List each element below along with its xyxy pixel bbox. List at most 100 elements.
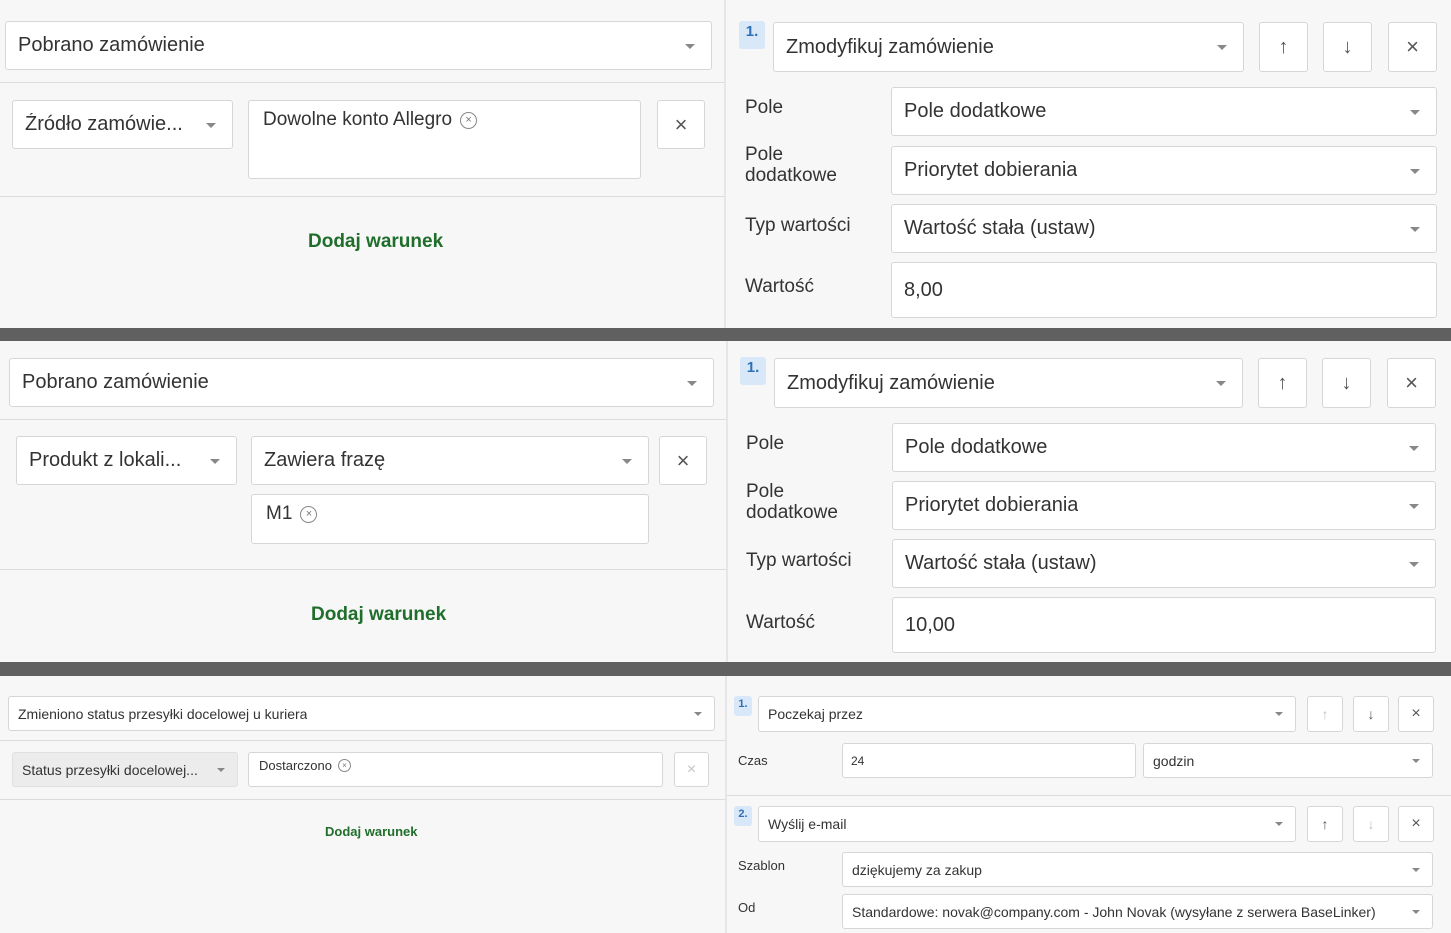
remove-action-button[interactable]: × bbox=[1387, 358, 1436, 408]
trigger-select[interactable]: Zmieniono status przesyłki docelowej u k… bbox=[8, 696, 715, 731]
condition-value-input[interactable]: Dostarczono × bbox=[248, 752, 663, 787]
chevron-down-icon bbox=[622, 458, 632, 464]
move-down-button[interactable]: ↓ bbox=[1323, 22, 1372, 72]
value-type-select-value: Wartość stała (ustaw) bbox=[904, 217, 1096, 239]
chevron-down-icon bbox=[1275, 822, 1283, 826]
trigger-select[interactable]: Pobrano zamówienie bbox=[5, 21, 712, 70]
divider bbox=[0, 419, 726, 420]
value-tag-label: Dowolne konto Allegro bbox=[263, 109, 453, 130]
value-tag-label: Dostarczono bbox=[259, 758, 332, 773]
action-type-select[interactable]: Poczekaj przez bbox=[758, 696, 1296, 732]
move-down-button[interactable]: ↓ bbox=[1353, 696, 1389, 732]
value-input[interactable]: 10,00 bbox=[892, 597, 1436, 653]
remove-action-button[interactable]: × bbox=[1398, 696, 1434, 732]
time-unit-value: godzin bbox=[1153, 752, 1195, 769]
add-condition-link[interactable]: Dodaj warunek bbox=[308, 231, 443, 253]
move-up-button[interactable]: ↑ bbox=[1258, 358, 1307, 408]
chevron-down-icon bbox=[694, 711, 702, 716]
condition-field-value: Status przesyłki docelowej... bbox=[22, 761, 198, 778]
from-label: Od bbox=[738, 900, 756, 915]
remove-condition-button[interactable]: × bbox=[657, 100, 705, 149]
field-label: Pole bbox=[746, 433, 785, 454]
divider bbox=[0, 740, 725, 741]
chevron-down-icon bbox=[1410, 226, 1420, 232]
divider bbox=[0, 82, 724, 83]
condition-operator-select[interactable]: Zawiera frazę bbox=[251, 436, 649, 485]
value-type-select-value: Wartość stała (ustaw) bbox=[905, 552, 1097, 574]
field-select[interactable]: Pole dodatkowe bbox=[891, 87, 1437, 136]
move-up-button[interactable]: ↑ bbox=[1259, 22, 1308, 72]
action-type-value: Zmodyfikuj zamówienie bbox=[786, 35, 994, 58]
value-type-select[interactable]: Wartość stała (ustaw) bbox=[892, 539, 1436, 588]
condition-value-input[interactable]: Dowolne konto Allegro × bbox=[248, 100, 641, 179]
move-down-button[interactable]: ↓ bbox=[1322, 358, 1371, 408]
chevron-down-icon bbox=[1275, 712, 1283, 716]
remove-condition-button[interactable]: × bbox=[674, 752, 709, 787]
extra-field-select[interactable]: Priorytet dobierania bbox=[892, 481, 1436, 530]
chevron-down-icon bbox=[1216, 381, 1226, 386]
chevron-down-icon bbox=[217, 767, 225, 772]
divider bbox=[727, 795, 1451, 796]
vertical-divider bbox=[726, 341, 728, 662]
chevron-down-icon bbox=[1412, 758, 1420, 763]
action-number-badge: 2. bbox=[734, 806, 752, 826]
condition-field-select[interactable]: Status przesyłki docelowej... bbox=[12, 752, 238, 787]
value-type-select[interactable]: Wartość stała (ustaw) bbox=[891, 204, 1437, 253]
extra-field-select[interactable]: Priorytet dobierania bbox=[891, 146, 1437, 195]
action-type-value: Zmodyfikuj zamówienie bbox=[787, 371, 995, 394]
move-up-button[interactable]: ↑ bbox=[1307, 806, 1343, 842]
move-down-button[interactable]: ↓ bbox=[1353, 806, 1389, 842]
add-condition-link[interactable]: Dodaj warunek bbox=[325, 824, 417, 839]
field-label: Pole bbox=[745, 97, 784, 118]
time-unit-select[interactable]: godzin bbox=[1143, 743, 1433, 778]
trigger-select-value: Pobrano zamówienie bbox=[18, 34, 205, 56]
chevron-down-icon bbox=[685, 43, 695, 49]
action-type-value: Poczekaj przez bbox=[768, 706, 863, 722]
chevron-down-icon bbox=[1412, 909, 1420, 914]
condition-value-input[interactable]: M1 × bbox=[251, 494, 649, 544]
remove-condition-button[interactable]: × bbox=[659, 436, 707, 485]
remove-action-button[interactable]: × bbox=[1388, 22, 1437, 72]
divider bbox=[0, 799, 725, 800]
action-type-select[interactable]: Zmodyfikuj zamówienie bbox=[773, 22, 1244, 72]
trigger-select-value: Pobrano zamówienie bbox=[22, 371, 209, 393]
value-label: Wartość bbox=[746, 612, 815, 633]
template-select[interactable]: dziękujemy za zakup bbox=[842, 852, 1433, 887]
add-condition-link[interactable]: Dodaj warunek bbox=[311, 604, 446, 626]
panel-1: Pobrano zamówienie Źródło zamówie... Dow… bbox=[0, 0, 1451, 328]
remove-tag-icon[interactable]: × bbox=[337, 759, 351, 772]
template-select-value: dziękujemy za zakup bbox=[852, 861, 982, 878]
condition-field-value: Produkt z lokali... bbox=[29, 449, 182, 471]
chevron-down-icon bbox=[1410, 109, 1420, 115]
extra-field-select-value: Priorytet dobierania bbox=[905, 494, 1079, 516]
field-select-value: Pole dodatkowe bbox=[904, 100, 1047, 122]
template-label: Szablon bbox=[738, 858, 785, 873]
panel-separator bbox=[0, 328, 1451, 341]
value-tag: Dowolne konto Allegro × bbox=[263, 109, 478, 131]
field-select[interactable]: Pole dodatkowe bbox=[892, 423, 1436, 472]
panel-3: Zmieniono status przesyłki docelowej u k… bbox=[0, 676, 1451, 933]
chevron-down-icon bbox=[1412, 867, 1420, 872]
move-up-button[interactable]: ↑ bbox=[1307, 696, 1343, 732]
action-number-badge: 1. bbox=[734, 696, 752, 716]
remove-tag-icon[interactable]: × bbox=[300, 505, 318, 523]
value-tag: M1 × bbox=[266, 503, 318, 525]
from-select[interactable]: Standardowe: novak@company.com - John No… bbox=[842, 894, 1433, 929]
value-input-text: 8,00 bbox=[904, 278, 943, 301]
time-input[interactable]: 24 bbox=[842, 743, 1136, 778]
remove-tag-icon[interactable]: × bbox=[460, 111, 478, 129]
condition-field-value: Źródło zamówie... bbox=[25, 113, 183, 135]
action-number-badge: 1. bbox=[739, 21, 765, 49]
time-label: Czas bbox=[738, 753, 768, 768]
action-type-select[interactable]: Zmodyfikuj zamówienie bbox=[774, 358, 1243, 408]
action-type-select[interactable]: Wyślij e-mail bbox=[758, 806, 1296, 842]
value-input[interactable]: 8,00 bbox=[891, 262, 1437, 318]
remove-action-button[interactable]: × bbox=[1398, 806, 1434, 842]
condition-field-select[interactable]: Źródło zamówie... bbox=[12, 100, 233, 149]
panel-2: Pobrano zamówienie Produkt z lokali... Z… bbox=[0, 341, 1451, 662]
chevron-down-icon bbox=[1409, 561, 1419, 567]
value-label: Wartość bbox=[745, 276, 814, 297]
trigger-select[interactable]: Pobrano zamówienie bbox=[9, 358, 714, 407]
condition-field-select[interactable]: Produkt z lokali... bbox=[16, 436, 237, 485]
chevron-down-icon bbox=[1409, 503, 1419, 509]
